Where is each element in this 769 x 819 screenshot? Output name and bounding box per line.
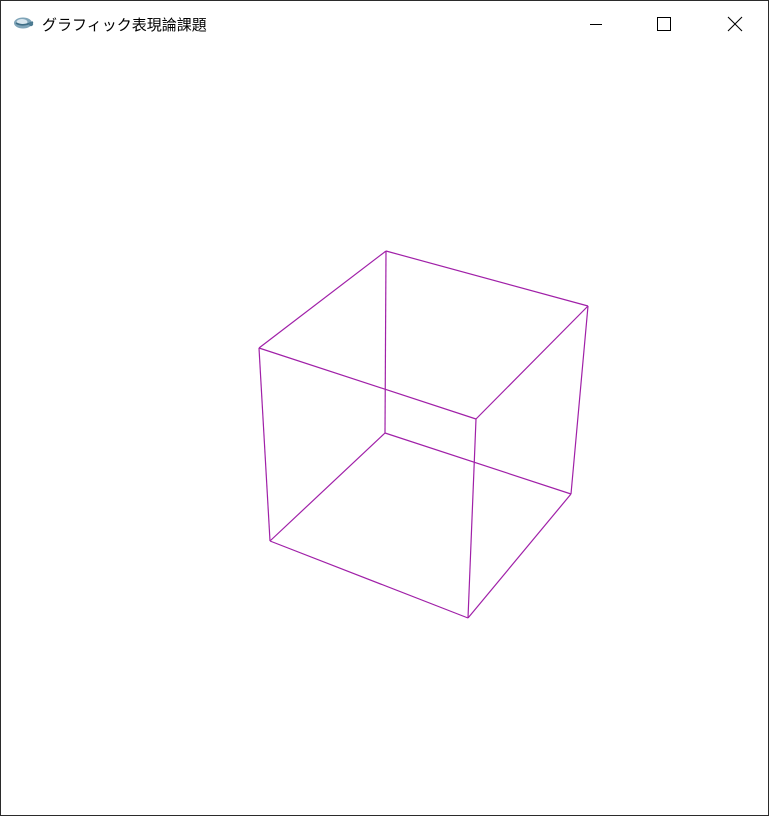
cube-edge — [258, 347, 271, 542]
window-title: グラフィック表現論課題 — [42, 16, 207, 34]
cube-edge — [269, 540, 469, 619]
close-icon — [727, 16, 743, 32]
minimize-icon — [590, 24, 602, 25]
drawing-canvas[interactable] — [1, 47, 768, 815]
cube-edge — [570, 305, 589, 495]
cube-edge — [467, 418, 477, 619]
cube-edge — [269, 432, 386, 542]
cube-edge — [258, 347, 477, 420]
cube-edge — [384, 250, 387, 434]
app-window: グラフィック表現論課題 — [0, 0, 769, 816]
cube-edge — [384, 432, 572, 495]
maximize-icon — [657, 17, 671, 31]
cube-edge — [258, 250, 387, 349]
minimize-button[interactable] — [573, 1, 619, 47]
cube-edge — [467, 493, 572, 619]
cube-wireframe — [258, 250, 589, 619]
maximize-button[interactable] — [641, 1, 687, 47]
cube-edge — [475, 305, 589, 420]
app-icon[interactable] — [12, 15, 36, 31]
close-button[interactable] — [712, 1, 758, 47]
title-bar[interactable]: グラフィック表現論課題 — [1, 1, 768, 47]
cube-edge — [385, 250, 589, 307]
